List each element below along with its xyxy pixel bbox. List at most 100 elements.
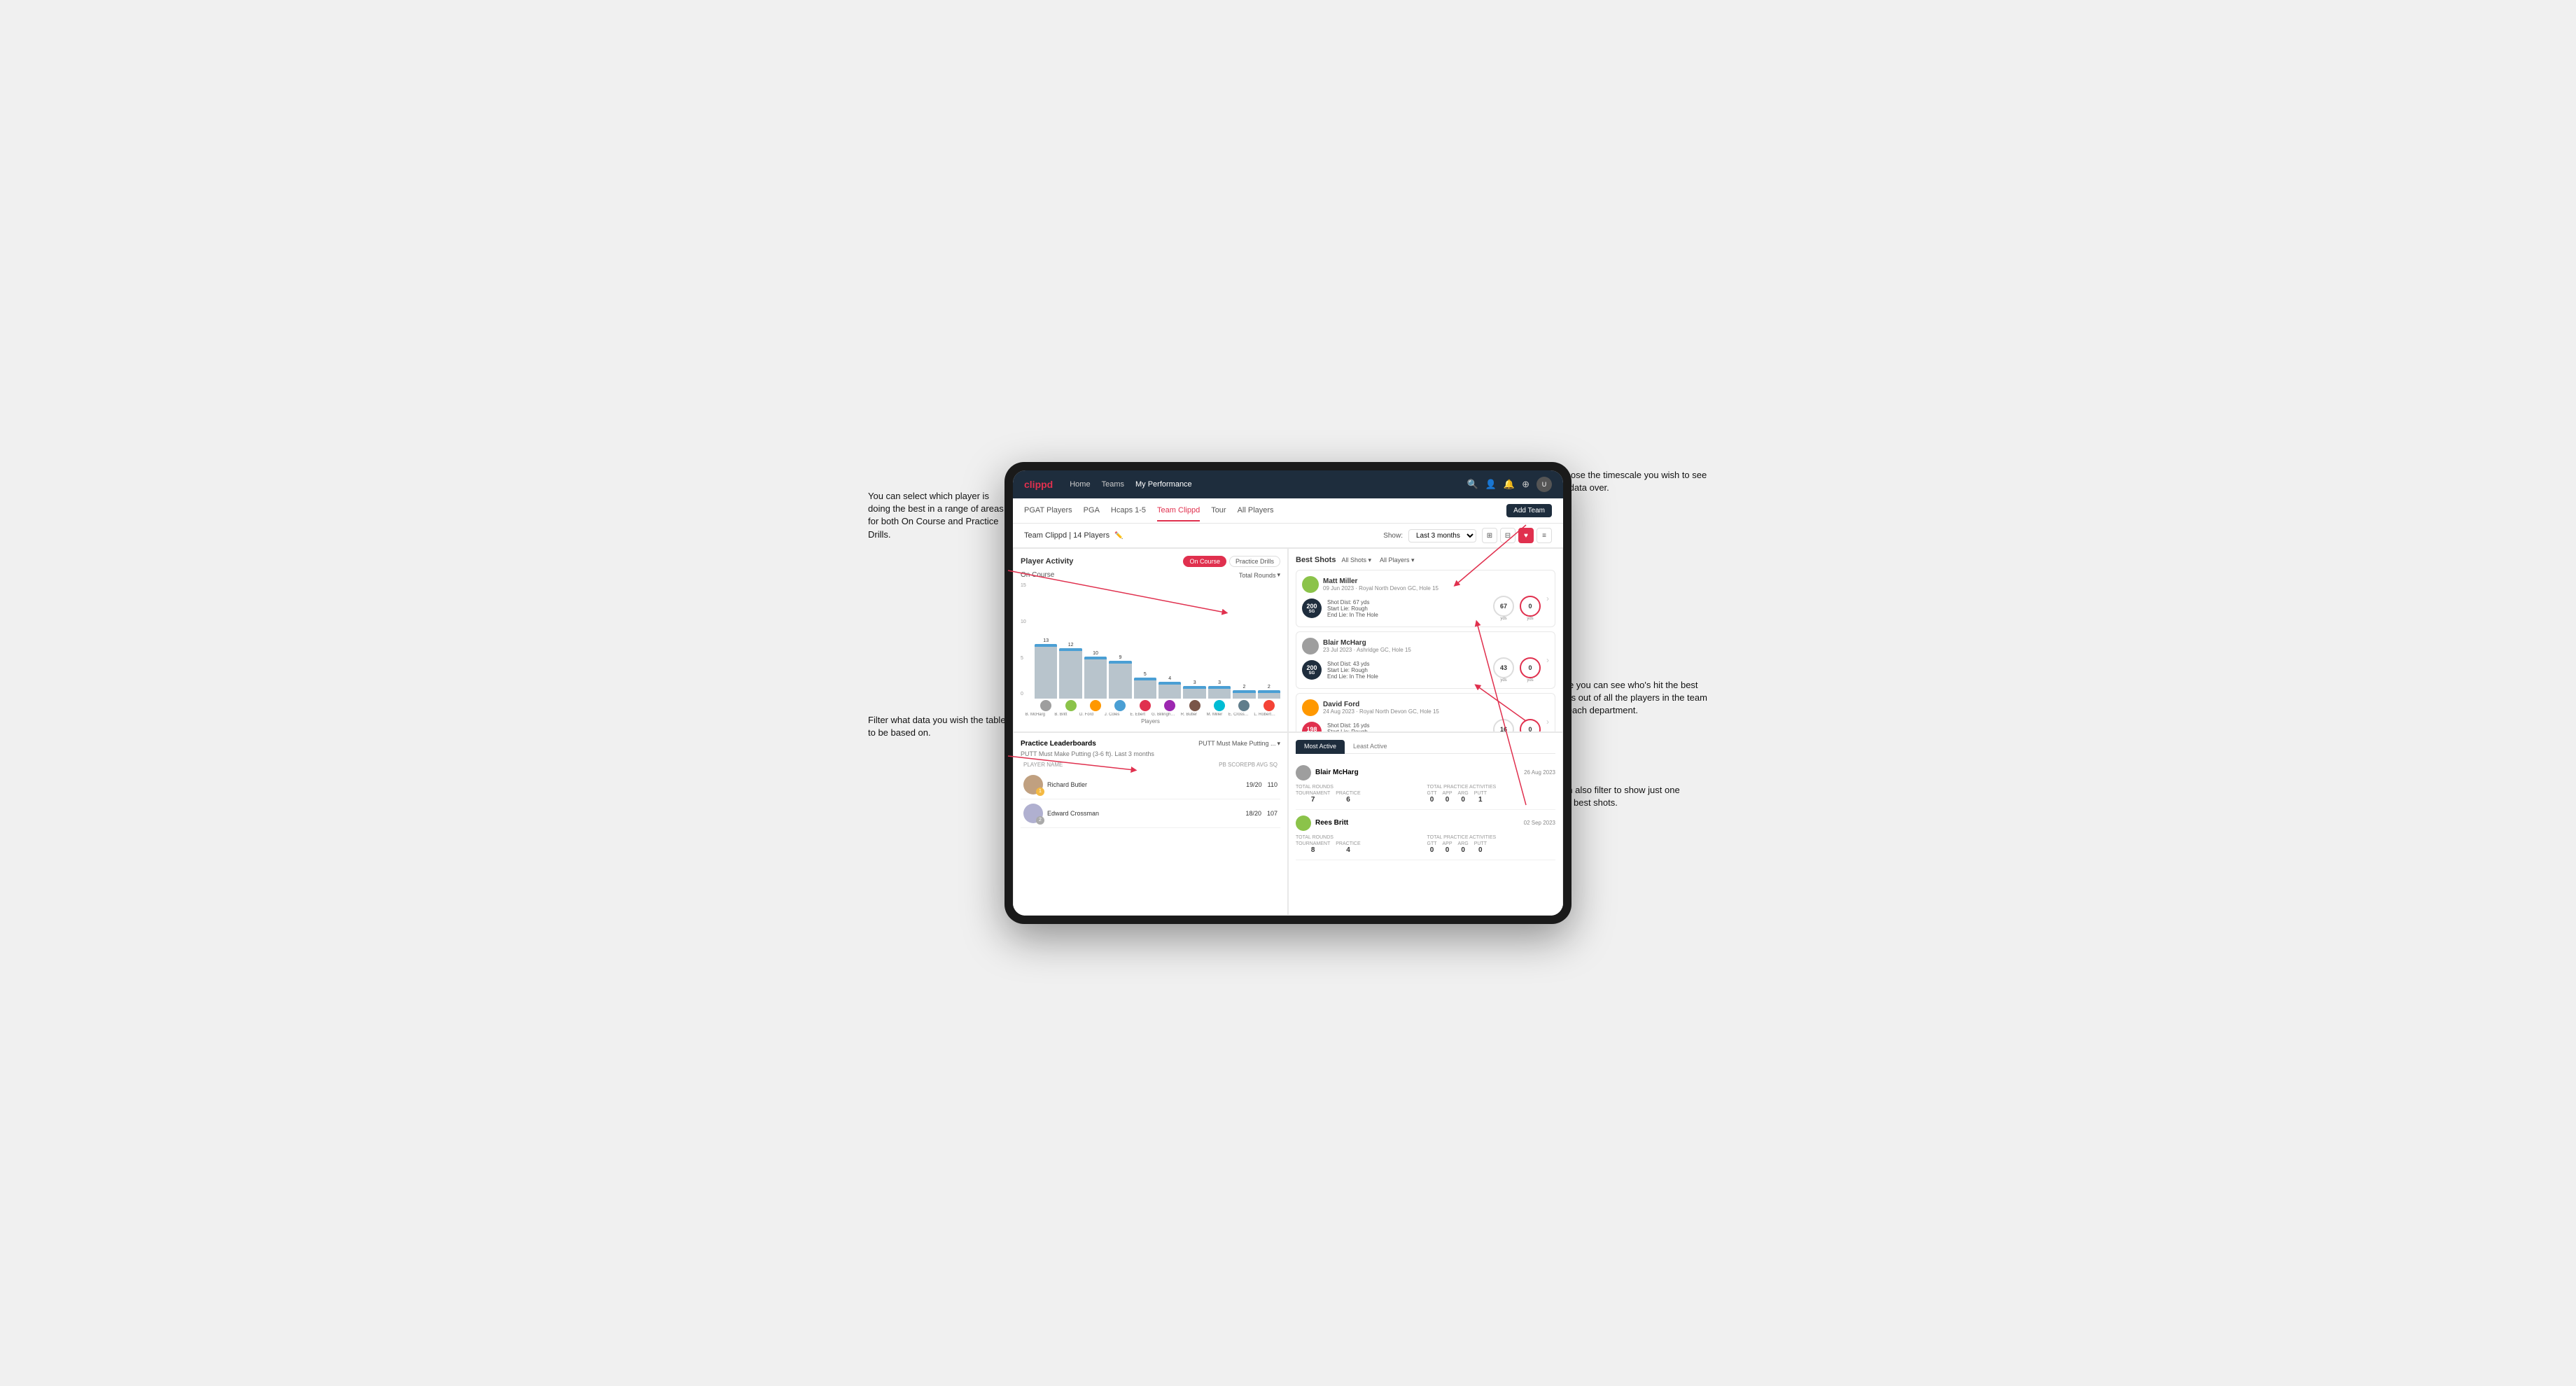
practice-drills-tab[interactable]: Practice Drills	[1229, 556, 1280, 567]
shot-badge-1: 200 SG	[1302, 660, 1322, 680]
edit-icon[interactable]: ✏️	[1114, 532, 1123, 540]
lb-columns: PLAYER NAME PB SCORE PB AVG SQ	[1021, 762, 1280, 768]
tab-pgat-players[interactable]: PGAT Players	[1024, 500, 1072, 522]
sub-nav: PGAT Players PGA Hcaps 1-5 Team Clippd T…	[1013, 498, 1563, 524]
search-icon[interactable]: 🔍	[1467, 479, 1478, 490]
tab-all-players[interactable]: All Players	[1238, 500, 1274, 522]
shot-card-2[interactable]: David Ford 24 Aug 2023 · Royal North Dev…	[1296, 693, 1555, 732]
shots-filter2[interactable]: All Players ▾	[1380, 556, 1415, 564]
bar-8[interactable]	[1233, 690, 1255, 699]
bar-group-6: 3	[1183, 680, 1205, 711]
rank-badge-0: 1	[1036, 788, 1044, 796]
lb-col-player: PLAYER NAME	[1023, 762, 1219, 768]
tab-team-clippd[interactable]: Team Clippd	[1157, 500, 1200, 522]
nav-teams[interactable]: Teams	[1102, 477, 1124, 491]
bar-2[interactable]	[1084, 657, 1107, 699]
grid-alt-view-icon[interactable]: ⊟	[1500, 528, 1516, 543]
bar-avatar-8	[1238, 700, 1250, 711]
users-icon[interactable]: 👤	[1485, 479, 1497, 490]
active-putt-val-1: 0	[1474, 846, 1487, 854]
active-tournament-label-1: Tournament	[1296, 841, 1330, 846]
active-player-name-1: Rees Britt	[1315, 819, 1520, 827]
bar-highlight-5	[1158, 682, 1181, 685]
lb-filter[interactable]: PUTT Must Make Putting ... ▾	[1198, 740, 1280, 748]
x-label-7: M. Miller	[1203, 713, 1226, 717]
bar-avatar-2	[1090, 700, 1101, 711]
shot-stat-0a: 67 yds	[1493, 596, 1514, 621]
add-team-button[interactable]: Add Team	[1506, 504, 1552, 517]
x-label-6: R. Butler	[1177, 713, 1201, 717]
bar-avatar-9	[1264, 700, 1275, 711]
bell-icon[interactable]: 🔔	[1504, 479, 1515, 490]
active-player-name-0: Blair McHarg	[1315, 769, 1520, 776]
bar-highlight-6	[1183, 686, 1205, 689]
shots-filter1[interactable]: All Shots ▾	[1341, 556, 1371, 564]
active-rounds-group-0: Total Rounds Tournament 7 Practice 6	[1296, 785, 1424, 804]
time-select[interactable]: Last 3 months Last 6 months Last year	[1408, 529, 1476, 542]
lb-player-1: 2 Edward Crossman	[1023, 804, 1240, 823]
active-rounds-row-1: Tournament 8 Practice 4	[1296, 841, 1424, 854]
bar-3[interactable]	[1109, 661, 1131, 699]
lb-name-0: Richard Butler	[1047, 781, 1087, 788]
bar-value-0: 13	[1043, 638, 1049, 643]
bar-5[interactable]	[1158, 682, 1181, 699]
stat-circle-1b: 0	[1520, 657, 1541, 678]
lb-row-0[interactable]: 1 Richard Butler 19/20 110	[1021, 771, 1280, 799]
active-gtt-val-1: 0	[1427, 846, 1437, 854]
y-axis: 15 10 5 0	[1021, 583, 1035, 711]
active-practice-title-0: Total Practice Activities	[1427, 785, 1556, 790]
shot-player-detail-2: 24 Aug 2023 · Royal North Devon GC, Hole…	[1323, 708, 1439, 715]
least-active-tab[interactable]: Least Active	[1345, 740, 1396, 754]
shot-details-1: 200 SG Shot Dist: 43 yds Start Lie: Roug…	[1302, 657, 1541, 682]
best-shots-panel: Best Shots All Shots ▾ All Players ▾	[1288, 548, 1563, 732]
active-practice-label-0: Practice	[1336, 791, 1360, 796]
active-practice-val-0: 6	[1336, 796, 1360, 804]
bar-1[interactable]	[1059, 648, 1082, 699]
bar-value-6: 3	[1194, 680, 1196, 685]
show-label: Show:	[1383, 532, 1403, 540]
bar-6[interactable]	[1183, 686, 1205, 699]
active-stats-1: Total Rounds Tournament 8 Practice 4	[1296, 835, 1555, 854]
chart-area: 15 10 5 0 1312109543322 B. McHargB. Br	[1021, 583, 1280, 724]
shot-stat-2b: 0 yds	[1520, 719, 1541, 732]
bar-9[interactable]	[1258, 690, 1280, 699]
chart-dropdown[interactable]: Total Rounds ▾	[1239, 571, 1280, 579]
active-practice-1: Practice 4	[1336, 841, 1360, 854]
active-practice-row-1: GTT 0 APP 0 ARG 0	[1427, 841, 1556, 854]
shot-card-0[interactable]: Matt Miller 09 Jun 2023 · Royal North De…	[1296, 570, 1555, 627]
x-label-4: E. Ebert	[1126, 713, 1149, 717]
bar-highlight-1	[1059, 648, 1082, 651]
x-label-9: L. Robertson	[1254, 713, 1278, 717]
bar-4[interactable]	[1134, 678, 1156, 699]
lb-row-1[interactable]: 2 Edward Crossman 18/20 107	[1021, 799, 1280, 828]
bar-7[interactable]	[1208, 686, 1231, 699]
most-active-tab[interactable]: Most Active	[1296, 740, 1345, 754]
shot-text-0: Shot Dist: 67 yds Start Lie: Rough End L…	[1327, 599, 1488, 618]
shot-player-detail-0: 09 Jun 2023 · Royal North Devon GC, Hole…	[1323, 585, 1438, 592]
stat-label-1b: yds	[1527, 678, 1533, 682]
shot-card-1[interactable]: Blair McHarg 23 Jul 2023 · Ashridge GC, …	[1296, 631, 1555, 689]
active-gtt-0: GTT 0	[1427, 791, 1437, 804]
tab-pga[interactable]: PGA	[1084, 500, 1100, 522]
grid-view-icon[interactable]: ⊞	[1482, 528, 1497, 543]
list-view-icon[interactable]: ≡	[1536, 528, 1552, 543]
on-course-tab[interactable]: On Course	[1183, 556, 1226, 567]
stat-label-0a: yds	[1500, 617, 1506, 621]
nav-my-performance[interactable]: My Performance	[1135, 477, 1192, 491]
avatar[interactable]: U	[1536, 477, 1552, 492]
bar-0[interactable]	[1035, 644, 1057, 699]
plus-circle-icon[interactable]: ⊕	[1522, 479, 1530, 490]
tab-tour[interactable]: Tour	[1211, 500, 1226, 522]
nav-home[interactable]: Home	[1070, 477, 1090, 491]
activity-tab-buttons: On Course Practice Drills	[1183, 556, 1280, 567]
active-app-val-1: 0	[1443, 846, 1452, 854]
tab-hcaps[interactable]: Hcaps 1-5	[1111, 500, 1146, 522]
shot-stat-0b: 0 yds	[1520, 596, 1541, 621]
active-practice-title-1: Total Practice Activities	[1427, 835, 1556, 840]
nav-icons: 🔍 👤 🔔 ⊕ U	[1467, 477, 1552, 492]
main-content: Player Activity On Course Practice Drill…	[1013, 548, 1563, 916]
active-practice-group-0: Total Practice Activities GTT 0 APP 0	[1427, 785, 1556, 804]
shot-card-2-info: David Ford 24 Aug 2023 · Royal North Dev…	[1302, 699, 1541, 732]
active-rounds-row-0: Tournament 7 Practice 6	[1296, 791, 1424, 804]
heart-view-icon[interactable]: ♥	[1518, 528, 1534, 543]
